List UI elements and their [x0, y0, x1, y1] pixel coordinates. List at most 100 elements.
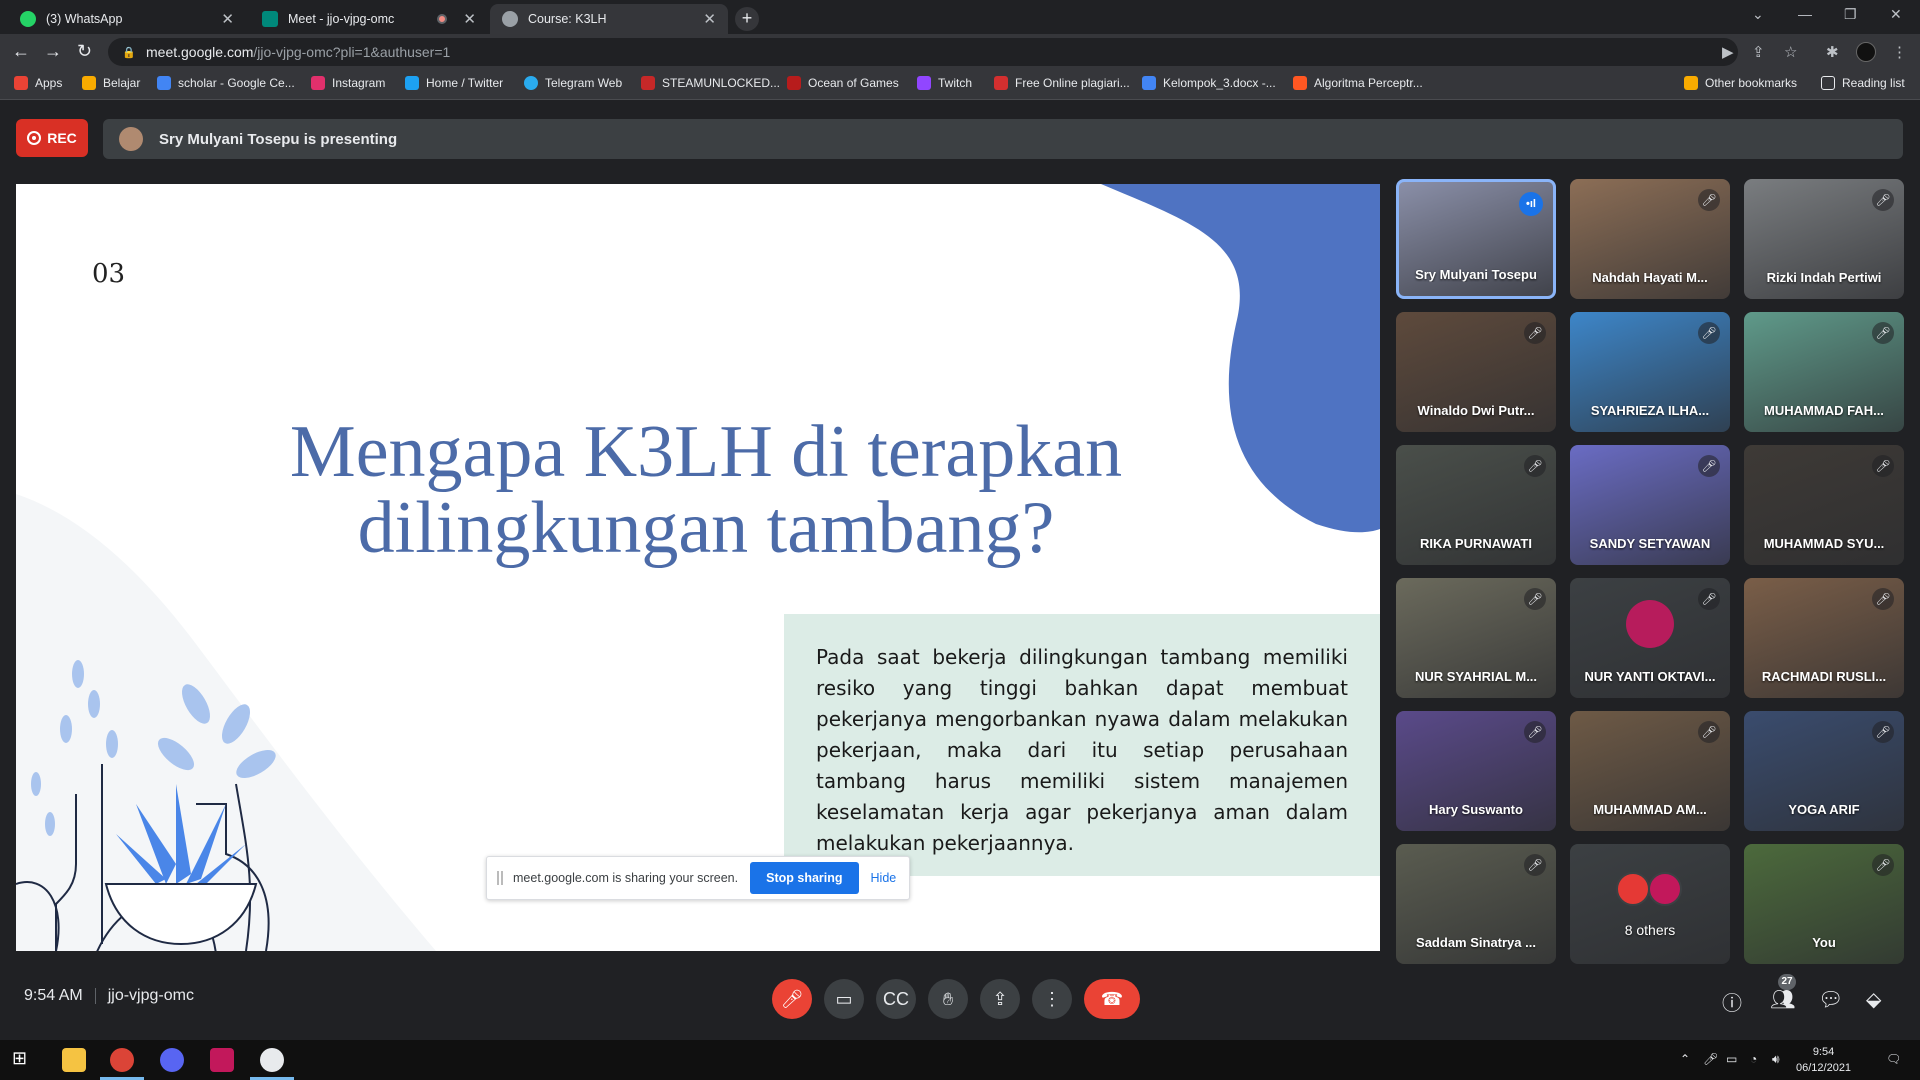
- close-icon[interactable]: ✕: [463, 10, 476, 28]
- maximize-button[interactable]: ❐: [1844, 6, 1857, 23]
- participant-tile[interactable]: 🎤︎ You: [1744, 844, 1904, 964]
- participant-tile[interactable]: 🎤︎ Winaldo Dwi Putr...: [1396, 312, 1556, 432]
- participant-tile[interactable]: 🎤︎ NUR YANTI OKTAVI...: [1570, 578, 1730, 698]
- participant-tile[interactable]: 🎤︎ RIKA PURNAWATI: [1396, 445, 1556, 565]
- participant-tile[interactable]: 🎤︎ SANDY SETYAWAN: [1570, 445, 1730, 565]
- bookmark-belajar[interactable]: Belajar: [82, 76, 140, 90]
- bookmark-twitter[interactable]: Home / Twitter: [405, 76, 503, 90]
- volume-icon[interactable]: 🔊︎: [1772, 1052, 1780, 1067]
- mic-tray-icon[interactable]: 🎤︎: [1703, 1052, 1718, 1066]
- share-icon[interactable]: ⇪: [1752, 43, 1765, 61]
- bookmark-label: Twitch: [938, 76, 973, 90]
- tab-meet[interactable]: Meet - jjo-vjpg-omc ✕: [250, 4, 488, 34]
- extensions-icon[interactable]: ✱: [1826, 43, 1839, 61]
- mic-off-icon: 🎤︎: [1698, 455, 1720, 477]
- participant-tile[interactable]: 🎤︎ Nahdah Hayati M...: [1570, 179, 1730, 299]
- participant-tile[interactable]: 🎤︎ Saddam Sinatrya ...: [1396, 844, 1556, 964]
- hide-button[interactable]: Hide: [871, 871, 897, 885]
- participant-tile[interactable]: 🎤︎ RACHMADI RUSLI...: [1744, 578, 1904, 698]
- bookmark-instagram[interactable]: Instagram: [311, 76, 385, 90]
- bookmark-kelompok[interactable]: Kelompok_3.docx -...: [1142, 76, 1276, 90]
- meeting-time: 9:54 AM: [24, 987, 83, 1004]
- bookmark-twitch[interactable]: Twitch: [917, 76, 972, 90]
- participant-tile[interactable]: 🎤︎ Hary Suswanto: [1396, 711, 1556, 831]
- participant-tile[interactable]: •ıl Sry Mulyani Tosepu: [1396, 179, 1556, 299]
- chrome-icon[interactable]: [100, 1048, 144, 1080]
- bookmark-plagiarism[interactable]: Free Online plagiari...: [994, 76, 1130, 90]
- bookmark-apps[interactable]: Apps: [14, 76, 62, 90]
- meeting-details-icon[interactable]: ⓘ: [1722, 987, 1742, 1016]
- reading-list[interactable]: Reading list: [1821, 76, 1905, 90]
- recording-badge[interactable]: REC: [16, 119, 88, 157]
- folder-icon: [82, 76, 96, 90]
- address-bar[interactable]: 🔒 meet.google.com/jjo-vjpg-omc?pli=1&aut…: [108, 38, 1738, 66]
- bookmark-algoritma[interactable]: Algoritma Perceptr...: [1293, 76, 1423, 90]
- close-icon[interactable]: ✕: [703, 10, 716, 28]
- more-options-button[interactable]: ⋮: [1032, 979, 1072, 1019]
- participant-tile[interactable]: 🎤︎ MUHAMMAD AM...: [1570, 711, 1730, 831]
- app-icon[interactable]: [210, 1048, 234, 1072]
- slide-number: 03: [92, 259, 126, 289]
- bookmark-steamunlocked[interactable]: STEAMUNLOCKED...: [641, 76, 780, 90]
- steam-icon: [641, 76, 655, 90]
- new-tab-button[interactable]: +: [735, 7, 759, 31]
- bookmark-label: STEAMUNLOCKED...: [662, 76, 781, 90]
- participant-name: YOGA ARIF: [1788, 802, 1860, 817]
- windows-start-icon[interactable]: ⊞: [12, 1048, 36, 1072]
- participant-tile[interactable]: 🎤︎ MUHAMMAD FAH...: [1744, 312, 1904, 432]
- participant-tile[interactable]: 🎤︎ Rizki Indah Pertiwi: [1744, 179, 1904, 299]
- discord-icon[interactable]: [160, 1048, 184, 1072]
- tab-search-icon[interactable]: ⌄: [1752, 6, 1764, 23]
- chat-icon[interactable]: 💬︎: [1818, 987, 1843, 1012]
- present-button[interactable]: ⇪: [980, 979, 1020, 1019]
- bookmark-telegram[interactable]: Telegram Web: [524, 76, 622, 90]
- presenter-avatar: [119, 127, 143, 151]
- participant-avatar: [1648, 872, 1682, 906]
- reload-icon[interactable]: ↻: [77, 41, 92, 62]
- participant-avatar: [1626, 600, 1674, 648]
- tray-chevron-icon[interactable]: ⌃: [1680, 1052, 1690, 1066]
- other-bookmarks[interactable]: Other bookmarks: [1684, 76, 1797, 90]
- camera-button[interactable]: ▭: [824, 979, 864, 1019]
- folder-icon: [1684, 76, 1698, 90]
- app-icon[interactable]: [250, 1048, 294, 1080]
- wifi-icon[interactable]: ◔: [1750, 1052, 1757, 1066]
- bookmark-star-icon[interactable]: ☆: [1784, 43, 1797, 61]
- participant-tile[interactable]: 🎤︎ YOGA ARIF: [1744, 711, 1904, 831]
- tab-course[interactable]: Course: K3LH ✕: [490, 4, 728, 34]
- system-clock[interactable]: 9:54 06/12/2021: [1796, 1044, 1851, 1076]
- bookmark-scholar[interactable]: scholar - Google Ce...: [157, 76, 295, 90]
- windows-taskbar: ⊞ ⌃ 🎤︎ ▭ ◔ 🔊︎ 9:54 06/12/2021 🗨︎: [0, 1040, 1920, 1080]
- participant-tile[interactable]: 🎤︎ NUR SYAHRIAL M...: [1396, 578, 1556, 698]
- participant-tile[interactable]: 8 others: [1570, 844, 1730, 964]
- course-icon: [502, 11, 518, 27]
- minimize-button[interactable]: —: [1798, 6, 1812, 22]
- forward-icon[interactable]: →: [44, 41, 62, 62]
- raise-hand-button[interactable]: ✋︎: [928, 979, 968, 1019]
- microphone-off-button[interactable]: 🎤︎: [772, 979, 812, 1019]
- participant-tile[interactable]: 🎤︎ SYAHRIEZA ILHA...: [1570, 312, 1730, 432]
- notifications-icon[interactable]: 🗨︎: [1886, 1052, 1901, 1066]
- scholar-icon: [157, 76, 171, 90]
- menu-icon[interactable]: ⋮: [1892, 43, 1907, 61]
- lock-icon[interactable]: 🔒: [122, 46, 136, 59]
- back-icon[interactable]: ←: [12, 41, 30, 62]
- battery-icon[interactable]: ▭: [1726, 1052, 1737, 1066]
- stop-sharing-button[interactable]: Stop sharing: [750, 862, 859, 894]
- close-icon[interactable]: ✕: [221, 10, 234, 28]
- participant-name: Hary Suswanto: [1429, 802, 1523, 817]
- bookmark-label: Belajar: [103, 76, 141, 90]
- participant-tile[interactable]: 🎤︎ MUHAMMAD SYU...: [1744, 445, 1904, 565]
- file-explorer-icon[interactable]: [62, 1048, 86, 1072]
- drag-handle-icon[interactable]: [497, 871, 503, 885]
- people-icon[interactable]: 👥︎: [1770, 987, 1795, 1012]
- tab-label: (3) WhatsApp: [46, 12, 123, 26]
- camera-in-use-icon[interactable]: ▶: [1722, 43, 1734, 61]
- bookmark-ocean-of-games[interactable]: Ocean of Games: [787, 76, 899, 90]
- tab-whatsapp[interactable]: (3) WhatsApp ✕: [8, 4, 246, 34]
- captions-button[interactable]: CC: [876, 979, 916, 1019]
- close-window-button[interactable]: ✕: [1890, 6, 1902, 23]
- leave-call-button[interactable]: ☎︎: [1084, 979, 1140, 1019]
- activities-icon[interactable]: ⬙: [1866, 987, 1881, 1012]
- profile-avatar[interactable]: [1856, 42, 1876, 62]
